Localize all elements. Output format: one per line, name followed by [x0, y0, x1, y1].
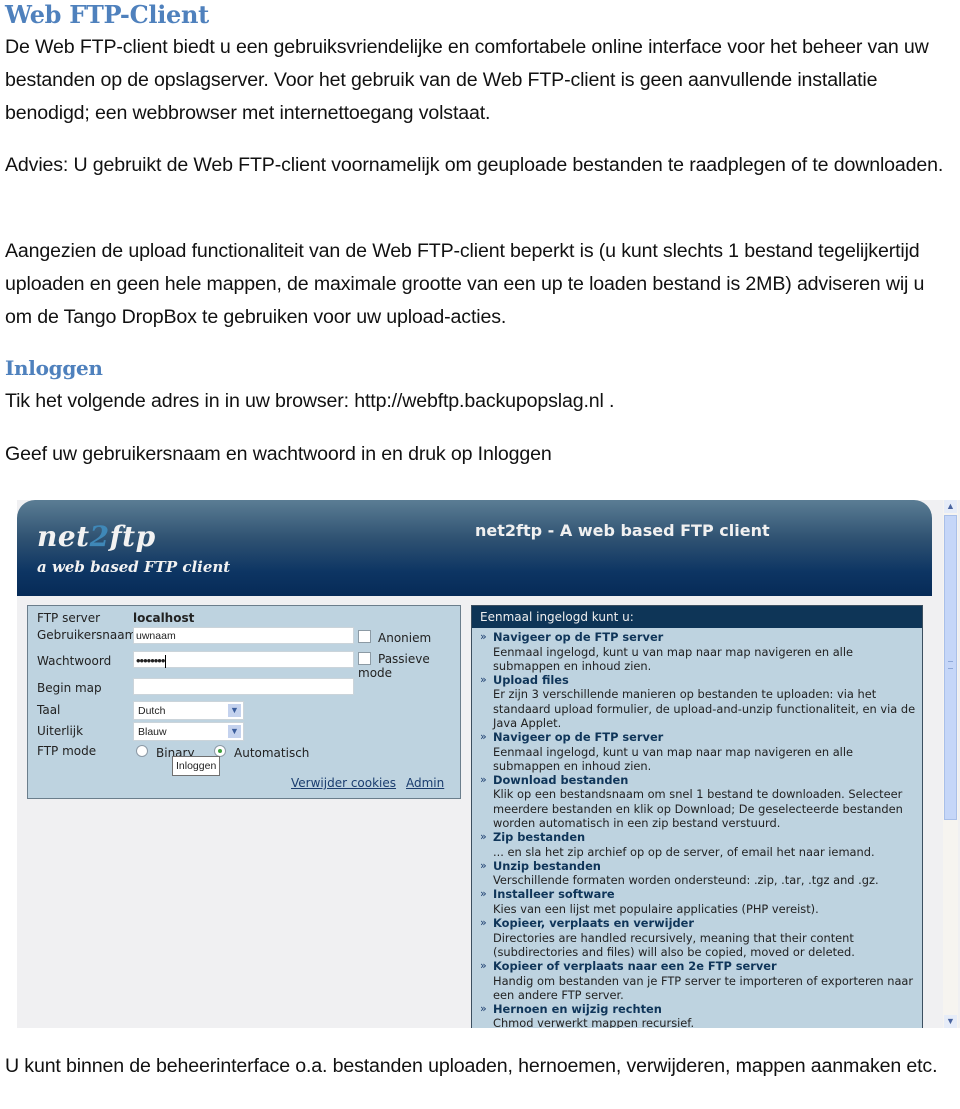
bullet-raquo-icon: » [480, 730, 487, 744]
username-label: Gebruikersnaam [37, 628, 137, 642]
header-title: net2ftp - A web based FTP client [475, 521, 770, 540]
feature-item: » Unzip bestanden Verschillende formaten w… [480, 859, 922, 888]
logo-text-net: net [37, 520, 90, 553]
login-step-1: Tik het volgende adres in in uw browser:… [5, 390, 615, 412]
login-form: FTP server localhost Gebruikersnaam uwna… [27, 605, 461, 799]
feature-item: » Hernoen en wijzig rechten Chmod verwerkt… [480, 1002, 922, 1028]
login-step-2: Geef uw gebruikersnaam en wachtwoord in … [5, 443, 552, 465]
feature-title: Unzip bestanden [493, 858, 601, 873]
bullet-raquo-icon: » [480, 772, 487, 786]
login-heading: Inloggen [5, 356, 103, 380]
features-list: » Navigeer op de FTP server Eenmaal ingelo… [472, 628, 922, 1028]
net2ftp-logo: net2ftp [37, 520, 156, 553]
upload-note-paragraph: Aangezien de upload functionaliteit van … [5, 240, 925, 328]
scroll-down-icon[interactable]: ▼ [944, 1015, 957, 1028]
chevron-down-icon: ▼ [228, 725, 241, 738]
document-title: Web FTP-Client [5, 0, 209, 29]
feature-description: Eenmaal ingelogd, kunt u van map naar ma… [493, 644, 854, 673]
feature-description: Verschillende formaten worden ondersteun… [493, 873, 879, 888]
feature-item: » Zip bestanden... en sla het zip archief… [480, 830, 922, 859]
intro-paragraph: De Web FTP-client biedt u een gebruiksvr… [5, 36, 929, 124]
feature-title: Upload files [493, 672, 569, 687]
logo-text-ftp: ftp [109, 520, 156, 553]
start-dir-label: Begin map [37, 681, 102, 695]
net2ftp-screenshot: net2ftp a web based FTP client net2ftp -… [17, 500, 960, 1028]
feature-title: Kopieer of verplaats naar een 2e FTP ser… [493, 959, 777, 974]
feature-title: Download bestanden [493, 772, 629, 787]
ftp-mode-auto-label: Automatisch [234, 746, 310, 760]
ftp-mode-label: FTP mode [37, 744, 97, 758]
features-heading: Eenmaal ingelogd kunt u: [472, 606, 922, 628]
anonymous-checkbox[interactable] [358, 630, 371, 643]
bullet-raquo-icon: » [480, 887, 487, 901]
feature-description: ... en sla het zip archief op op de serv… [493, 844, 875, 859]
feature-description: Handig om bestanden van je FTP server te… [493, 973, 914, 1002]
feature-item: » Kopieer of verplaats naar een 2e FTP se… [480, 959, 922, 1002]
vertical-scrollbar[interactable]: ▲ ▼ [943, 500, 958, 1028]
password-input[interactable]: •••••••• [133, 651, 354, 669]
feature-description: Er zijn 3 verschillende manieren op best… [493, 687, 916, 730]
feature-description: Directories are handled recursively, mea… [493, 930, 855, 959]
feature-title: Zip bestanden [493, 830, 586, 845]
bullet-raquo-icon: » [480, 830, 487, 844]
bullet-raquo-icon: » [480, 672, 487, 686]
password-mask: •••••••• [136, 653, 165, 668]
passive-mode-label: Passieve [378, 652, 430, 666]
feature-item: » Download bestanden Klik op een bestandsn… [480, 773, 922, 830]
language-value: Dutch [138, 705, 166, 717]
ftp-mode-binary-radio[interactable] [136, 745, 148, 757]
features-panel: Eenmaal ingelogd kunt u: » Navigeer op de… [471, 605, 923, 1028]
scroll-up-icon[interactable]: ▲ [944, 500, 957, 513]
passive-mode-checkbox[interactable] [358, 652, 371, 665]
bullet-raquo-icon: » [480, 959, 487, 973]
language-label: Taal [37, 703, 61, 717]
feature-item: » Navigeer op de FTP server Eenmaal ingelo… [480, 630, 922, 673]
chevron-down-icon: ▼ [228, 704, 241, 717]
language-select[interactable]: Dutch ▼ [133, 701, 244, 720]
feature-description: Chmod verwerkt mappen recursief. [493, 1016, 695, 1028]
username-input[interactable]: uwnaam [133, 627, 354, 644]
skin-label: Uiterlijk [37, 724, 84, 738]
feature-item: » Upload files Er zijn 3 verschillende man… [480, 673, 922, 730]
feature-title: Navigeer op de FTP server [493, 730, 664, 745]
password-label: Wachtwoord [37, 654, 112, 668]
feature-title: Navigeer op de FTP server [493, 630, 664, 644]
grip-icon [948, 661, 953, 669]
admin-link[interactable]: Admin [406, 776, 444, 790]
feature-item: » Installeer software Kies van een lijst m… [480, 887, 922, 916]
bullet-raquo-icon: » [480, 916, 487, 930]
closing-paragraph: U kunt binnen de beheerinterface o.a. be… [5, 1055, 938, 1077]
feature-item: » Kopieer, verplaats en verwijder Director… [480, 916, 922, 959]
logo-text-2: 2 [89, 520, 110, 553]
clear-cookies-link[interactable]: Verwijder cookies [291, 776, 396, 790]
feature-description: Eenmaal ingelogd, kunt u van map naar ma… [493, 744, 854, 773]
ftp-server-value: localhost [133, 611, 195, 625]
bullet-raquo-icon: » [480, 858, 487, 872]
feature-title: Installeer software [493, 887, 615, 902]
feature-title: Kopieer, verplaats en verwijder [493, 916, 694, 931]
advice-paragraph: Advies: U gebruikt de Web FTP-client voo… [5, 154, 944, 176]
start-dir-input[interactable] [133, 678, 354, 695]
net2ftp-header: net2ftp a web based FTP client net2ftp -… [17, 500, 932, 596]
text-cursor [165, 655, 167, 669]
feature-title: Hernoen en wijzig rechten [493, 1001, 662, 1016]
bullet-raquo-icon: » [480, 630, 487, 643]
skin-select[interactable]: Blauw ▼ [133, 722, 244, 741]
feature-description: Klik op een bestandsnaam om snel 1 besta… [493, 787, 903, 830]
passive-mode-label-2: mode [358, 666, 393, 680]
scrollbar-thumb[interactable] [944, 515, 957, 820]
bullet-raquo-icon: » [480, 1001, 487, 1015]
skin-value: Blauw [138, 726, 167, 738]
login-button[interactable]: Inloggen [172, 756, 221, 776]
feature-item: » Navigeer op de FTP server Eenmaal ingelo… [480, 730, 922, 773]
feature-description: Kies van een lijst met populaire applica… [493, 901, 819, 916]
anonymous-label: Anoniem [378, 631, 432, 645]
logo-subtitle: a web based FTP client [37, 558, 231, 576]
ftp-server-label: FTP server [37, 611, 101, 625]
